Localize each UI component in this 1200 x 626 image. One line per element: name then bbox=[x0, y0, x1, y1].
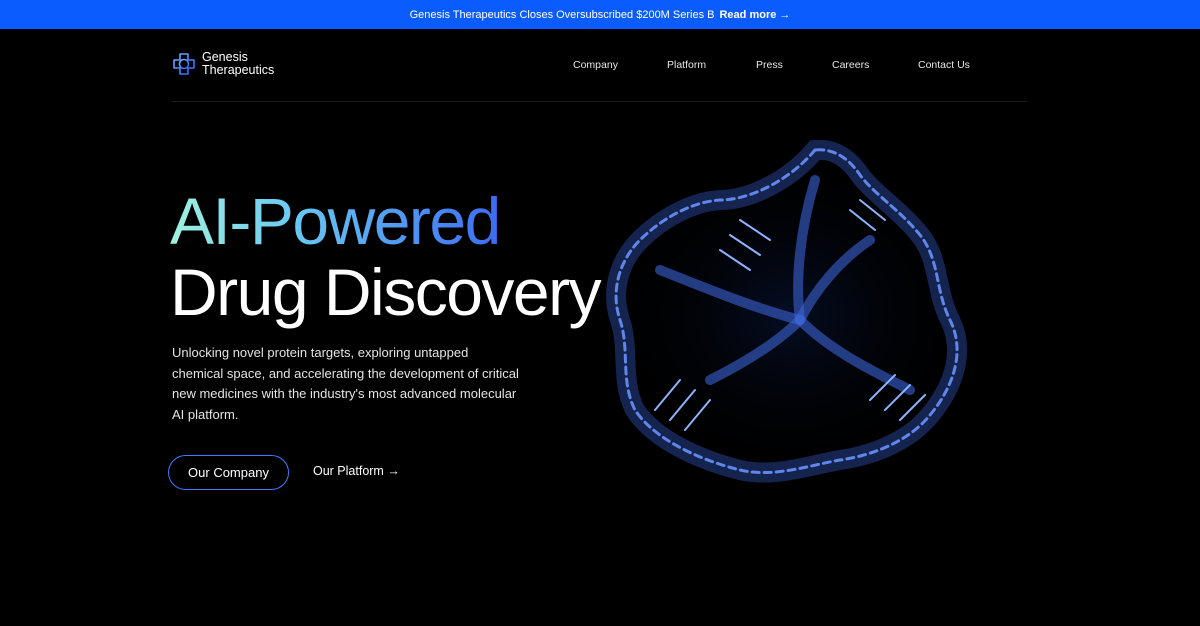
nav-platform[interactable]: Platform bbox=[667, 59, 706, 71]
logo-wordmark: Genesis Therapeutics bbox=[202, 51, 292, 77]
protein-structure-illustration bbox=[600, 140, 980, 485]
announcement-banner: Genesis Therapeutics Closes Oversubscrib… bbox=[0, 0, 1200, 29]
logo[interactable]: Genesis Therapeutics bbox=[172, 51, 292, 77]
nav-company[interactable]: Company bbox=[573, 59, 618, 71]
top-navigation: Genesis Therapeutics Company Platform Pr… bbox=[172, 29, 1027, 102]
hero-description: Unlocking novel protein targets, explori… bbox=[172, 345, 519, 422]
our-company-button[interactable]: Our Company bbox=[168, 455, 289, 490]
banner-text: Genesis Therapeutics Closes Oversubscrib… bbox=[409, 8, 715, 21]
nav-press[interactable]: Press bbox=[756, 59, 783, 71]
hero-title-line-2: Drug Discovery bbox=[170, 255, 602, 329]
logo-line-2: Therapeutics bbox=[202, 63, 275, 77]
nav-careers[interactable]: Careers bbox=[832, 59, 869, 71]
read-more-link[interactable]: Read more → bbox=[719, 9, 790, 21]
our-platform-link[interactable]: Our Platform → bbox=[313, 464, 400, 478]
genesis-logo-icon bbox=[173, 53, 195, 75]
nav-contact-us[interactable]: Contact Us bbox=[918, 59, 970, 71]
hero-title-line-1: AI-Powered bbox=[170, 181, 501, 261]
